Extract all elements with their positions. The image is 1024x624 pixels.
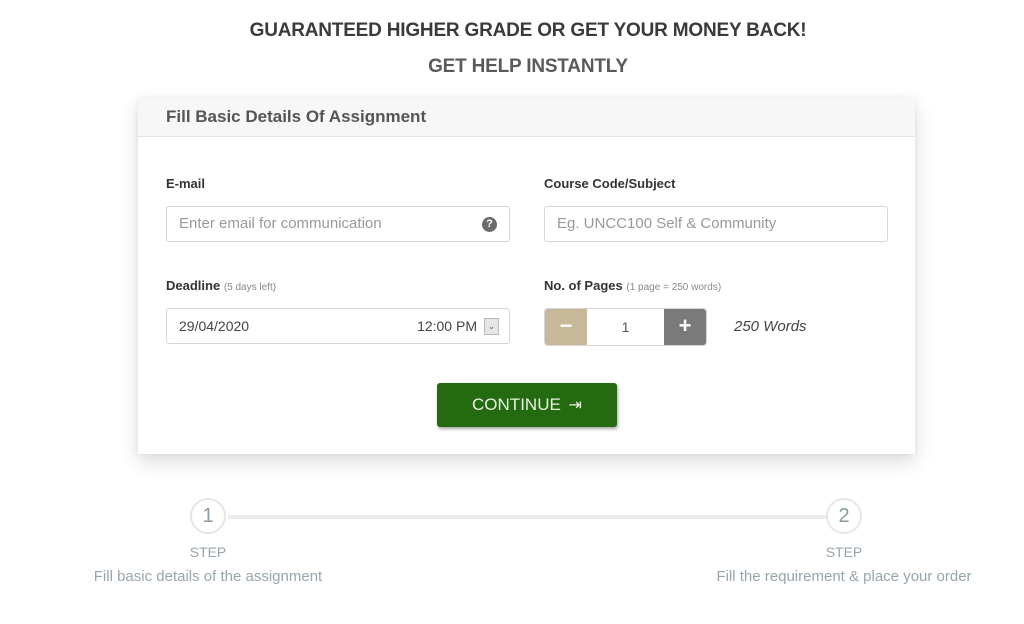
steps-progress-line xyxy=(228,515,826,519)
deadline-hint: (5 days left) xyxy=(223,282,277,293)
step-2-description: Fill the requirement & place your order xyxy=(716,568,972,585)
course-label: Course Code/Subject xyxy=(544,176,675,191)
pages-input[interactable]: 1 xyxy=(587,309,664,345)
step-2-label: STEP xyxy=(825,544,863,560)
email-field[interactable]: Enter email for communication ? xyxy=(166,206,510,242)
deadline-time[interactable]: 12:00 PM xyxy=(417,309,477,343)
pages-stepper: − 1 + xyxy=(544,308,707,346)
pages-label-text: No. of Pages xyxy=(544,278,623,293)
course-placeholder: Eg. UNCC100 Self & Community xyxy=(557,215,777,232)
question-circle-icon[interactable]: ? xyxy=(482,217,497,232)
deadline-date[interactable]: 29/04/2020 xyxy=(179,318,249,334)
chevron-down-icon[interactable]: ⌄ xyxy=(484,318,499,335)
assignment-form-card: Fill Basic Details Of Assignment E-mail … xyxy=(138,98,915,454)
deadline-field[interactable]: 29/04/2020 12:00 PM ⌄ xyxy=(166,308,510,344)
pages-hint: (1 page = 250 words) xyxy=(626,282,722,293)
continue-label: CONTINUE xyxy=(472,395,561,414)
sign-in-icon: ⇥ xyxy=(568,397,582,414)
step-1-label: STEP xyxy=(189,544,227,560)
guarantee-headline: GUARANTEED HIGHER GRADE OR GET YOUR MONE… xyxy=(249,20,807,41)
deadline-label-text: Deadline xyxy=(166,278,221,293)
email-label: E-mail xyxy=(166,176,205,191)
minus-icon[interactable]: − xyxy=(545,309,587,345)
word-count: 250 Words xyxy=(734,318,807,335)
pages-label: No. of Pages (1 page = 250 words) xyxy=(544,278,721,293)
course-label-text: Course Code/Subject xyxy=(544,176,676,191)
step-1-circle: 1 xyxy=(190,498,226,534)
step-1-description: Fill basic details of the assignment xyxy=(93,568,323,585)
card-header: Fill Basic Details Of Assignment xyxy=(138,98,915,137)
get-help-subheadline: GET HELP INSTANTLY xyxy=(428,56,628,77)
course-field[interactable]: Eg. UNCC100 Self & Community xyxy=(544,206,888,242)
continue-button[interactable]: CONTINUE ⇥ xyxy=(437,383,617,427)
step-2-circle: 2 xyxy=(826,498,862,534)
email-label-text: E-mail xyxy=(166,176,206,191)
card-title: Fill Basic Details Of Assignment xyxy=(166,107,427,126)
plus-icon[interactable]: + xyxy=(664,309,706,345)
deadline-label: Deadline (5 days left) xyxy=(166,278,276,293)
email-placeholder: Enter email for communication xyxy=(179,215,382,232)
